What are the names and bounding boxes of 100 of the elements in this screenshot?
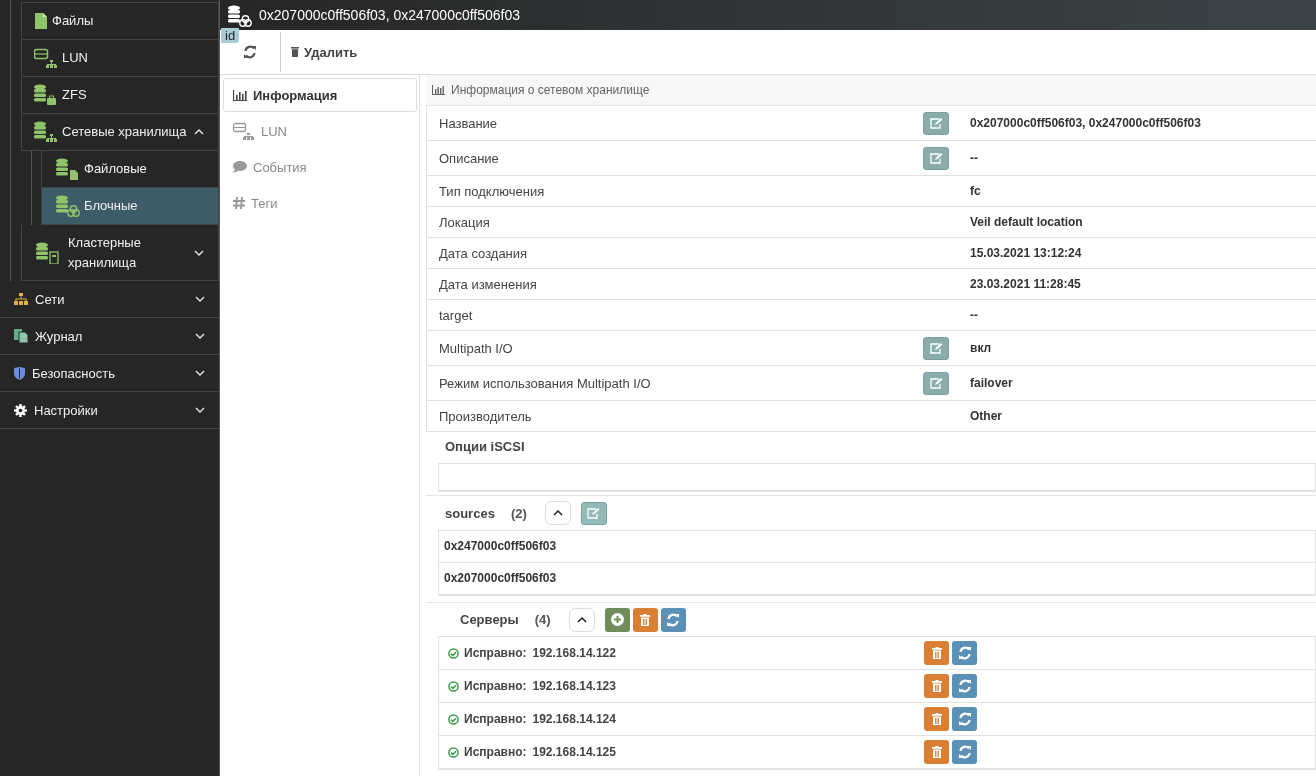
disk-network-icon (34, 47, 58, 69)
refresh-icon (666, 612, 681, 627)
field-label: Производитель (438, 408, 533, 424)
delete-button[interactable] (924, 674, 949, 698)
database-cubes-icon (56, 195, 80, 217)
tab[interactable]: Теги (223, 186, 417, 220)
edit-icon (587, 507, 601, 519)
field-label: Тип подключения (438, 183, 546, 199)
add-button[interactable] (604, 607, 630, 632)
field-value: fc (970, 184, 981, 198)
server-address: 192.168.14.123 (532, 679, 616, 693)
trash-icon (931, 680, 942, 692)
bar-chart-icon (432, 85, 445, 95)
tab[interactable]: LUN (223, 114, 417, 148)
field-value: 23.03.2021 11:28:45 (970, 277, 1081, 291)
documents-icon (14, 329, 28, 343)
sidebar-item[interactable]: ZFS (21, 77, 219, 114)
speech-bubble-icon (233, 161, 247, 173)
field-label: Описание (438, 150, 500, 166)
edit-button[interactable] (923, 336, 949, 360)
count-label: (2) (510, 505, 527, 521)
refresh-button[interactable] (952, 740, 977, 764)
disk-network-icon (233, 121, 255, 141)
database-briefcase-icon (34, 84, 58, 106)
refresh-icon (957, 745, 972, 759)
edit-icon (929, 342, 943, 354)
refresh-button[interactable] (952, 674, 977, 698)
sidebar-item[interactable]: LUN (21, 40, 219, 77)
delete-button[interactable]: Удалить (281, 44, 368, 60)
section-title: sources (445, 505, 495, 521)
refresh-button[interactable] (952, 641, 977, 665)
trash-icon (931, 713, 942, 725)
trash-icon (931, 746, 942, 758)
edit-button[interactable] (923, 111, 949, 135)
field-label: Режим использования Multipath I/O (438, 375, 652, 391)
edit-button[interactable] (923, 146, 949, 170)
field-label: target (438, 307, 474, 323)
count-label: (4) (534, 612, 551, 627)
refresh-button[interactable] (660, 607, 686, 632)
tab[interactable]: Информация (223, 78, 417, 112)
field-label: Дата изменения (438, 276, 538, 292)
chevron-up-icon (576, 616, 587, 623)
field-value: Other (970, 409, 1002, 423)
delete-button[interactable] (924, 707, 949, 731)
status-label: Исправно: (464, 679, 527, 693)
sidebar-section[interactable]: Журнал (0, 318, 219, 355)
field-label: Название (438, 115, 499, 131)
database-file-icon (56, 158, 80, 180)
delete-button[interactable] (632, 607, 658, 632)
edit-button[interactable] (923, 371, 949, 395)
id-badge: id (221, 28, 240, 43)
database-server-icon (36, 241, 60, 264)
edit-icon (929, 117, 943, 129)
source-row: 0x247000c0ff506f03 (439, 531, 1315, 563)
field-value: -- (970, 151, 978, 165)
sidebar-section[interactable]: Настройки (0, 392, 219, 429)
sidebar-item[interactable]: Кластерные хранилища (21, 225, 219, 281)
status-label: Исправно: (464, 646, 527, 660)
chevron-up-icon (552, 510, 563, 516)
sidebar-section[interactable]: Безопасность (0, 355, 219, 392)
server-address: 192.168.14.124 (532, 712, 616, 726)
field-value: 0x207000c0ff506f03, 0x247000c0ff506f03 (970, 116, 1201, 130)
panel-title: Информация о сетевом хранилище (451, 83, 650, 97)
sidebar-section[interactable]: Сети (0, 281, 219, 318)
settings-icon (14, 403, 27, 417)
tab[interactable]: События (223, 150, 417, 184)
sidebar-item[interactable]: Блочные (41, 188, 219, 225)
file-icon (34, 13, 48, 29)
page-title: 0x207000c0ff506f03, 0x247000c0ff506f03 (259, 7, 521, 23)
bar-chart-icon (233, 89, 247, 101)
refresh-icon (957, 646, 972, 660)
delete-button[interactable] (924, 740, 949, 764)
collapse-button[interactable] (568, 607, 595, 632)
refresh-button[interactable] (952, 707, 977, 731)
database-network-icon (34, 121, 58, 143)
field-label: Дата создания (438, 245, 529, 261)
sidebar-item[interactable]: Файлы (21, 2, 219, 40)
server-address: 192.168.14.122 (532, 646, 616, 660)
refresh-icon (957, 679, 972, 693)
hash-icon (233, 197, 245, 209)
server-address: 192.168.14.125 (532, 745, 616, 759)
field-label: Multipath I/O (438, 340, 514, 356)
field-value: вкл (970, 341, 992, 355)
shield-icon (14, 366, 25, 380)
section-title: Опции iSCSI (444, 438, 526, 456)
field-label: Локация (438, 214, 491, 230)
field-value: Veil default location (970, 215, 1083, 229)
edit-button[interactable] (580, 501, 607, 525)
delete-button[interactable] (924, 641, 949, 665)
source-row-text: 0x207000c0ff506f03 (443, 570, 558, 587)
refresh-icon (957, 712, 972, 726)
edit-icon (929, 377, 943, 389)
network-icon (14, 293, 28, 305)
collapse-button[interactable] (544, 501, 571, 525)
section-title: Серверы (460, 612, 519, 627)
sidebar-item[interactable]: Сетевые хранилища (21, 114, 219, 151)
field-value: 15.03.2021 13:12:24 (970, 246, 1082, 260)
field-value: -- (970, 308, 978, 322)
edit-icon (929, 152, 943, 164)
trash-icon (291, 47, 299, 57)
